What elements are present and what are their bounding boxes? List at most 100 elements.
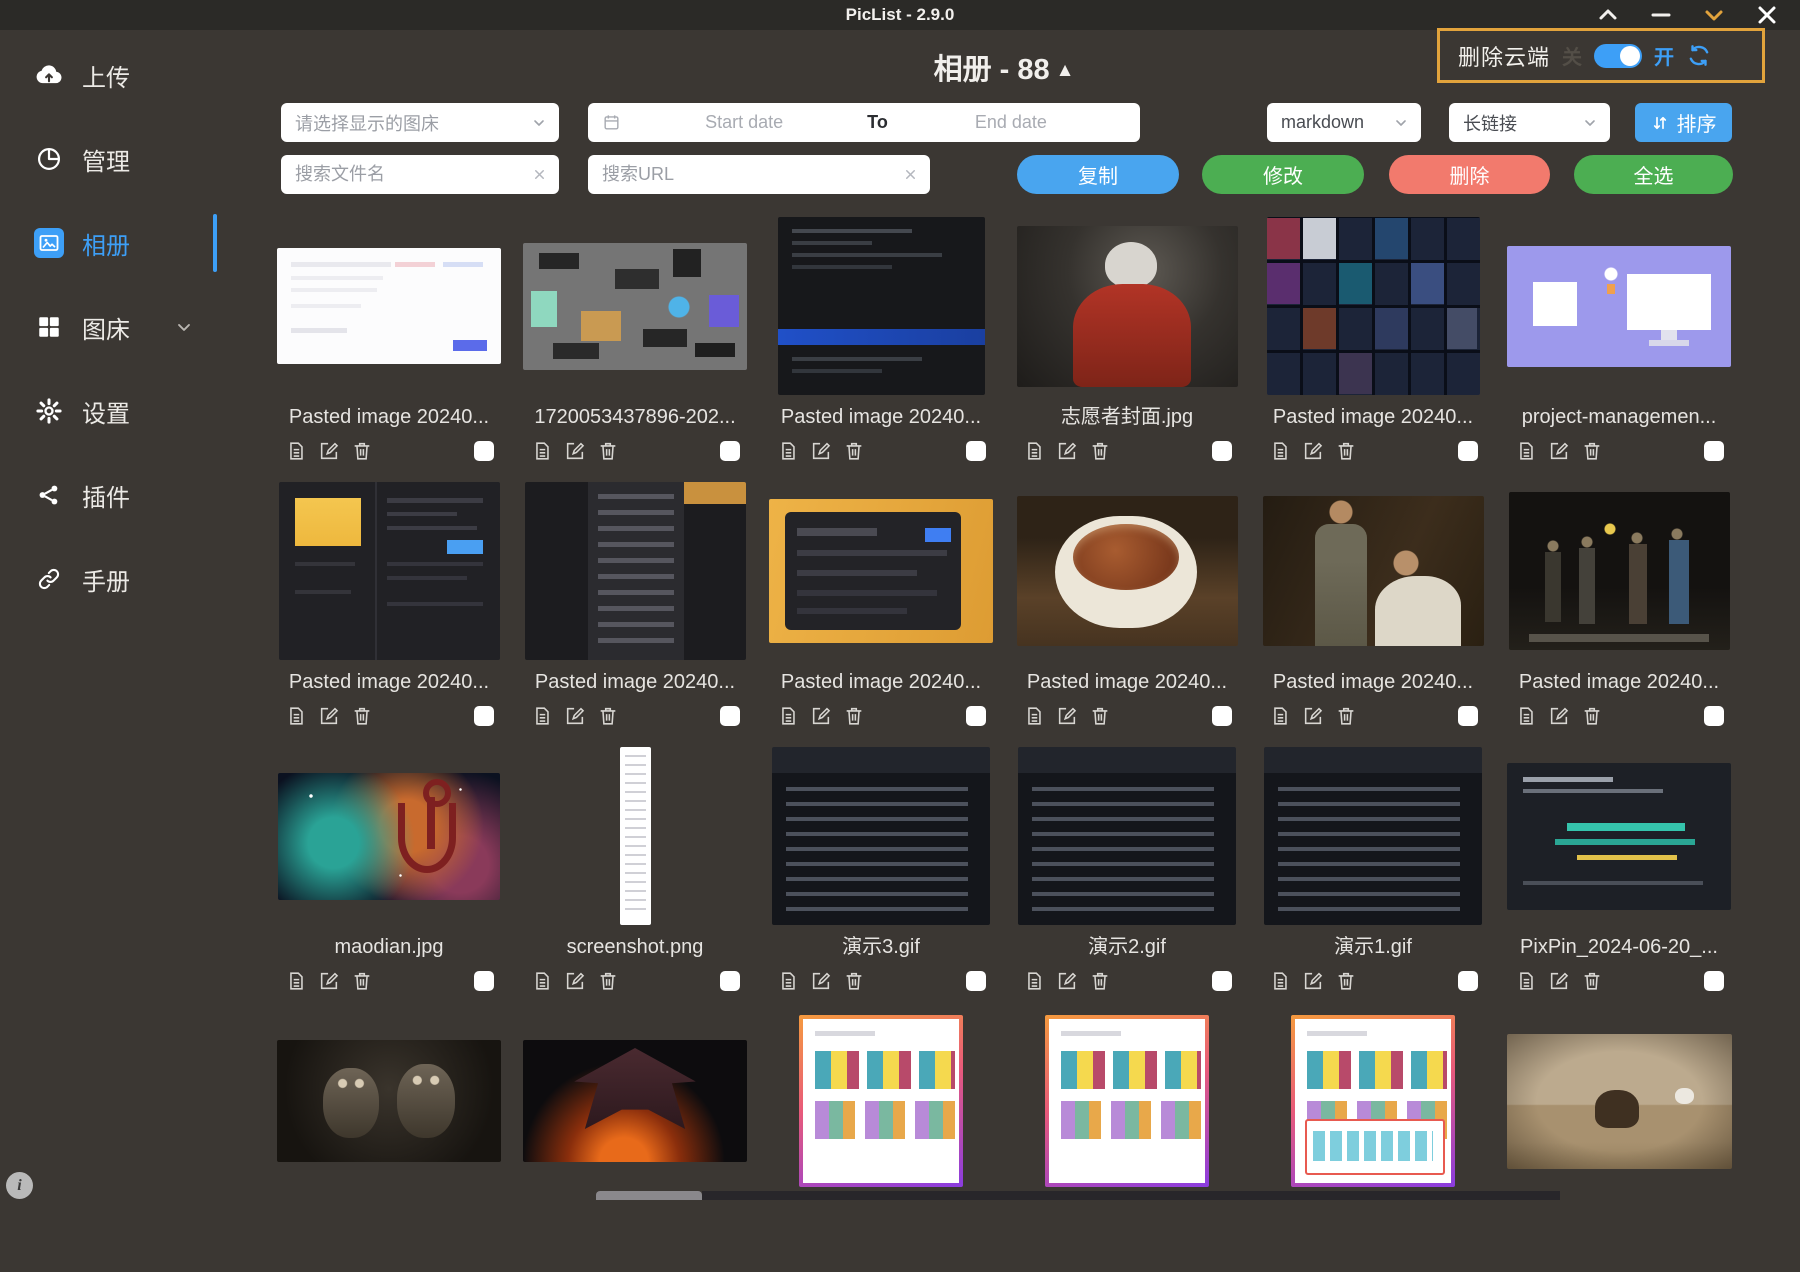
select-checkbox[interactable] xyxy=(1704,971,1724,991)
sidebar-item-manual[interactable]: 手册 xyxy=(0,537,230,621)
image-thumbnail[interactable] xyxy=(619,747,651,925)
select-checkbox[interactable] xyxy=(966,706,986,726)
copy-icon[interactable] xyxy=(531,705,553,727)
image-thumbnail[interactable] xyxy=(524,482,746,660)
date-range-picker[interactable]: To xyxy=(588,103,1140,142)
delete-icon[interactable] xyxy=(843,705,865,727)
edit-icon[interactable] xyxy=(318,440,340,462)
delete-icon[interactable] xyxy=(351,440,373,462)
edit-icon[interactable] xyxy=(1548,440,1570,462)
edit-icon[interactable] xyxy=(1302,440,1324,462)
copy-icon[interactable] xyxy=(285,705,307,727)
copy-icon[interactable] xyxy=(1269,440,1291,462)
select-checkbox[interactable] xyxy=(474,971,494,991)
album-title[interactable]: 相册 - 88 ▲ xyxy=(266,46,1742,88)
select-checkbox[interactable] xyxy=(720,706,740,726)
select-checkbox[interactable] xyxy=(720,441,740,461)
close-icon[interactable] xyxy=(1754,2,1780,28)
sidebar-item-settings[interactable]: 设置 xyxy=(0,369,230,453)
image-thumbnail[interactable] xyxy=(1264,747,1482,925)
delete-icon[interactable] xyxy=(597,440,619,462)
image-thumbnail[interactable] xyxy=(799,1015,963,1187)
select-checkbox[interactable] xyxy=(1458,706,1478,726)
delete-icon[interactable] xyxy=(1089,705,1111,727)
copy-icon[interactable] xyxy=(777,705,799,727)
select-checkbox[interactable] xyxy=(966,441,986,461)
image-thumbnail[interactable] xyxy=(1507,762,1731,910)
select-checkbox[interactable] xyxy=(1458,971,1478,991)
edit-icon[interactable] xyxy=(1056,440,1078,462)
image-thumbnail[interactable] xyxy=(523,1040,747,1162)
copy-icon[interactable] xyxy=(531,970,553,992)
copy-icon[interactable] xyxy=(1515,705,1537,727)
delete-icon[interactable] xyxy=(843,970,865,992)
edit-icon[interactable] xyxy=(1056,970,1078,992)
delete-icon[interactable] xyxy=(1089,440,1111,462)
sidebar-item-manage[interactable]: 管理 xyxy=(0,117,230,201)
image-thumbnail[interactable] xyxy=(1266,217,1480,395)
bottom-scrollbar-thumb[interactable] xyxy=(596,1191,702,1200)
minimize-icon[interactable] xyxy=(1648,2,1674,28)
end-date-input[interactable] xyxy=(895,112,1126,133)
sidebar-item-album[interactable]: 相册 xyxy=(0,201,230,285)
copy-icon[interactable] xyxy=(531,440,553,462)
select-checkbox[interactable] xyxy=(1212,706,1232,726)
delete-icon[interactable] xyxy=(597,705,619,727)
modify-button[interactable]: 修改 xyxy=(1202,155,1364,194)
copy-icon[interactable] xyxy=(1269,970,1291,992)
edit-icon[interactable] xyxy=(564,440,586,462)
select-checkbox[interactable] xyxy=(1704,706,1724,726)
delete-icon[interactable] xyxy=(351,970,373,992)
select-checkbox[interactable] xyxy=(474,706,494,726)
select-all-button[interactable]: 全选 xyxy=(1574,155,1733,194)
chevron-up-icon[interactable] xyxy=(1595,2,1621,28)
edit-icon[interactable] xyxy=(1302,705,1324,727)
search-url-input[interactable] xyxy=(602,164,903,185)
delete-icon[interactable] xyxy=(1089,970,1111,992)
copy-icon[interactable] xyxy=(1023,440,1045,462)
edit-icon[interactable] xyxy=(564,970,586,992)
search-filename-input[interactable] xyxy=(295,164,532,185)
copy-icon[interactable] xyxy=(777,970,799,992)
image-thumbnail[interactable] xyxy=(1045,1015,1209,1187)
sort-button[interactable]: 排序 xyxy=(1635,103,1732,142)
select-checkbox[interactable] xyxy=(720,971,740,991)
image-thumbnail[interactable] xyxy=(1291,1015,1455,1187)
image-thumbnail[interactable] xyxy=(523,242,747,370)
edit-icon[interactable] xyxy=(810,970,832,992)
copy-button[interactable]: 复制 xyxy=(1017,155,1179,194)
image-thumbnail[interactable] xyxy=(1016,496,1238,646)
image-thumbnail[interactable] xyxy=(1262,496,1484,646)
delete-icon[interactable] xyxy=(351,705,373,727)
select-checkbox[interactable] xyxy=(1212,441,1232,461)
copy-icon[interactable] xyxy=(1515,970,1537,992)
edit-icon[interactable] xyxy=(810,440,832,462)
image-thumbnail[interactable] xyxy=(277,1040,501,1162)
select-checkbox[interactable] xyxy=(474,441,494,461)
edit-icon[interactable] xyxy=(1548,705,1570,727)
select-checkbox[interactable] xyxy=(1704,441,1724,461)
delete-icon[interactable] xyxy=(1335,440,1357,462)
image-thumbnail[interactable] xyxy=(772,747,990,925)
delete-icon[interactable] xyxy=(1581,440,1603,462)
sidebar-item-plugins[interactable]: 插件 xyxy=(0,453,230,537)
delete-icon[interactable] xyxy=(843,440,865,462)
copy-icon[interactable] xyxy=(285,440,307,462)
picbed-select[interactable]: 请选择显示的图床 xyxy=(281,103,559,142)
delete-icon[interactable] xyxy=(597,970,619,992)
format-select[interactable]: markdown xyxy=(1267,103,1421,142)
info-badge-icon[interactable]: i xyxy=(6,1172,33,1199)
select-checkbox[interactable] xyxy=(1458,441,1478,461)
edit-icon[interactable] xyxy=(1302,970,1324,992)
edit-icon[interactable] xyxy=(810,705,832,727)
image-thumbnail[interactable] xyxy=(277,248,501,364)
clear-icon[interactable] xyxy=(532,167,547,182)
image-thumbnail[interactable] xyxy=(777,217,985,395)
clear-icon[interactable] xyxy=(903,167,918,182)
image-thumbnail[interactable] xyxy=(1018,747,1236,925)
edit-icon[interactable] xyxy=(564,705,586,727)
copy-icon[interactable] xyxy=(1023,970,1045,992)
image-thumbnail[interactable] xyxy=(1506,1033,1732,1169)
copy-icon[interactable] xyxy=(777,440,799,462)
image-thumbnail[interactable] xyxy=(769,499,993,643)
